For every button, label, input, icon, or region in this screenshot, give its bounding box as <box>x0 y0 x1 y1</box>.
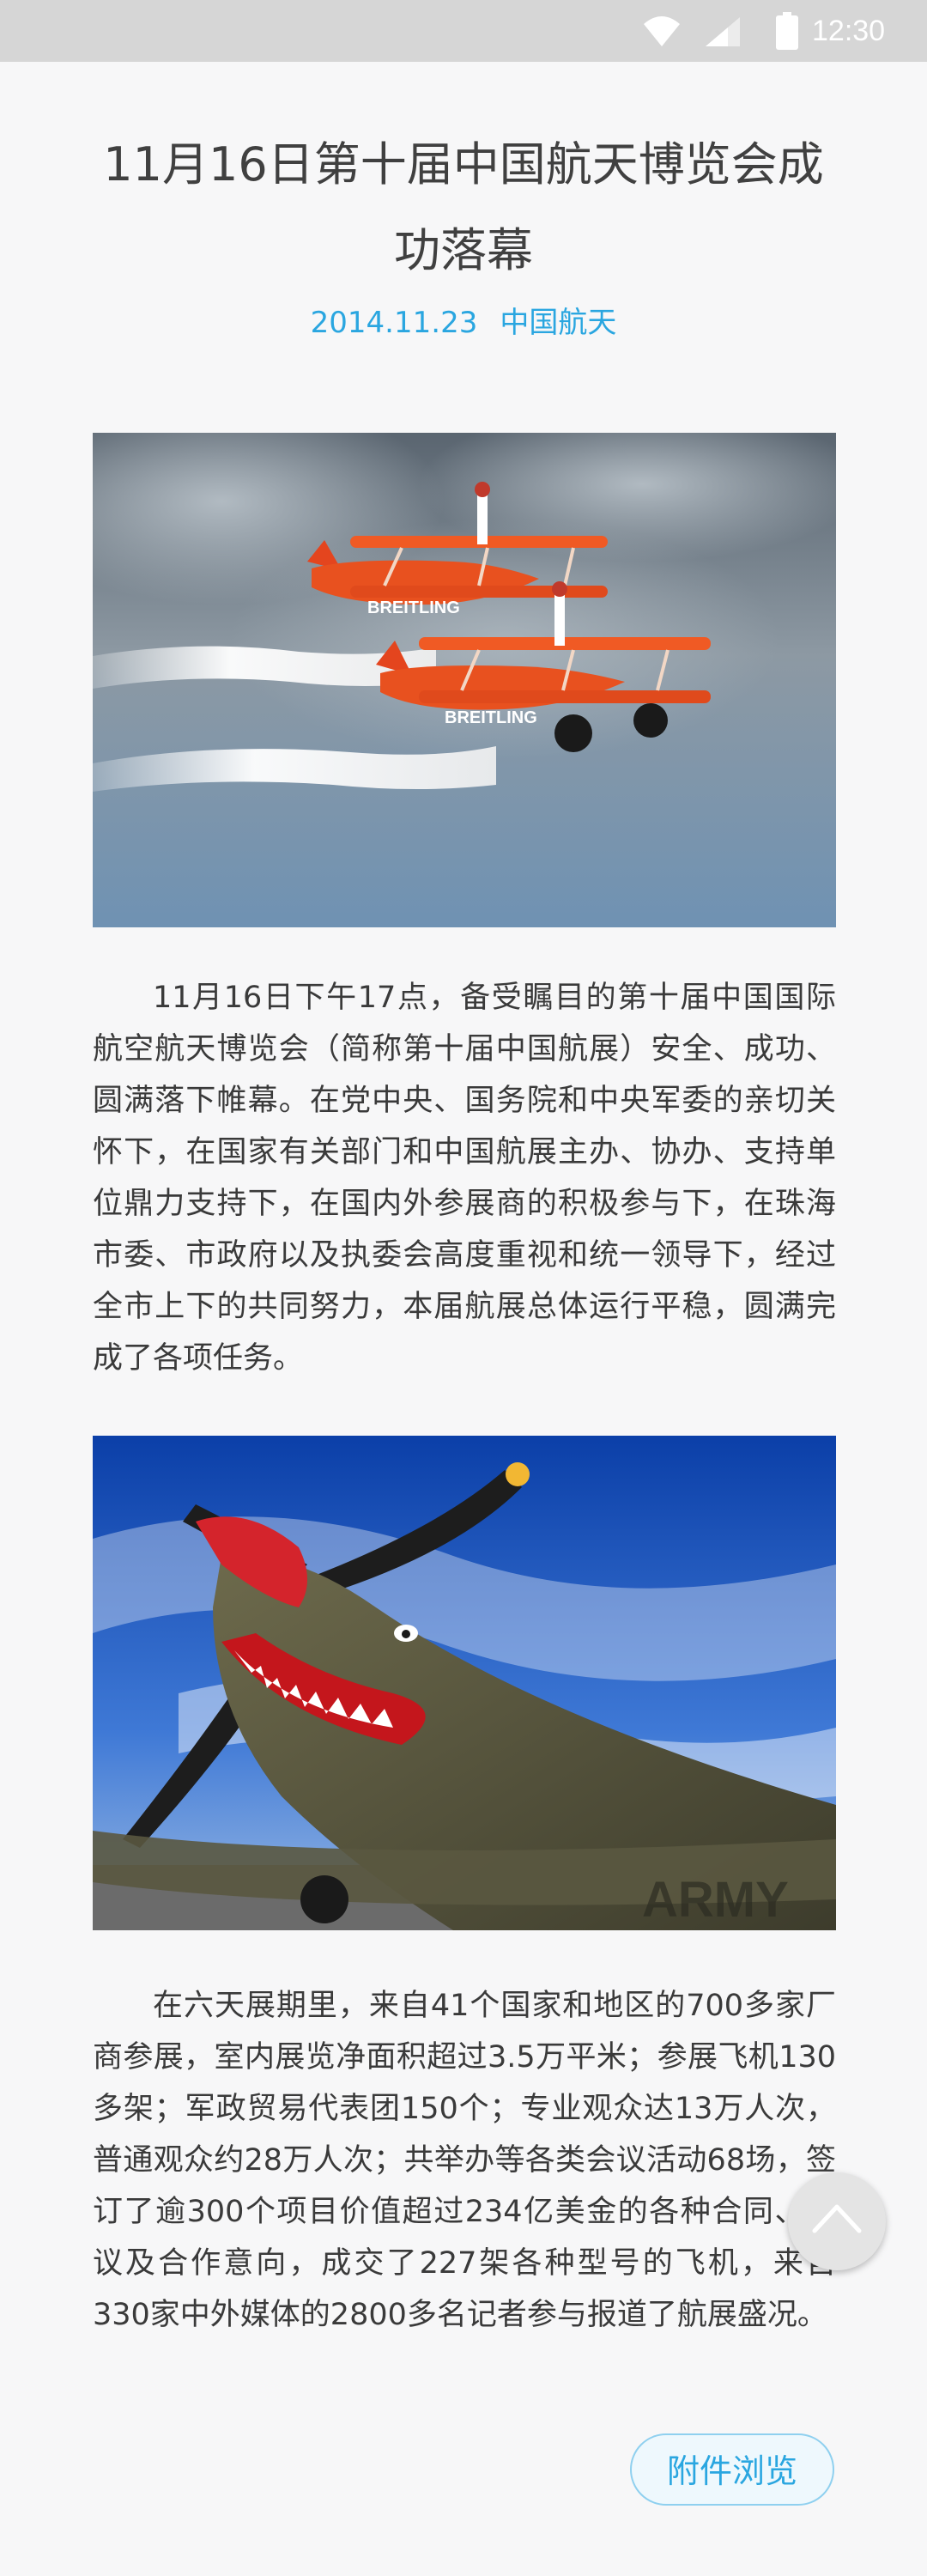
wifi-icon <box>644 16 680 46</box>
article-paragraph-2: 在六天展期里，来自41个国家和地区的700多家厂商参展，室内展览净面积超过3.5… <box>93 1989 836 2332</box>
attachment-browse-button[interactable]: 附件浏览 <box>630 2433 834 2506</box>
biplanes-illustration: BREITLING BREITLING <box>93 433 836 927</box>
svg-text:BREITLING: BREITLING <box>445 708 537 727</box>
chevron-up-icon <box>812 2204 862 2233</box>
scroll-top-button[interactable] <box>788 2172 886 2270</box>
shark-mouth-warbird-photo[interactable]: ARMY <box>93 1436 836 1930</box>
battery-icon <box>776 12 798 50</box>
signal-icon <box>706 17 740 46</box>
article-title: 11月16日第十届中国航天博览会成功落幕 <box>103 137 824 277</box>
status-time: 12:30 <box>812 15 886 47</box>
article-paragraph-1: 11月16日下午17点，备受瞩目的第十届中国国际航空航天博览会（简称第十届中国航… <box>93 981 836 1376</box>
aerobatic-biplanes-photo[interactable]: BREITLING BREITLING <box>93 433 836 927</box>
article-date: 2014.11.23 <box>310 306 478 340</box>
svg-text:ARMY: ARMY <box>642 1872 789 1928</box>
warbird-illustration: ARMY <box>93 1436 836 1930</box>
article-source[interactable]: 中国航天 <box>500 306 616 340</box>
status-bar: 12:30 <box>0 0 927 62</box>
article-meta: 2014.11.23 中国航天 <box>0 302 927 343</box>
svg-text:BREITLING: BREITLING <box>367 598 460 617</box>
